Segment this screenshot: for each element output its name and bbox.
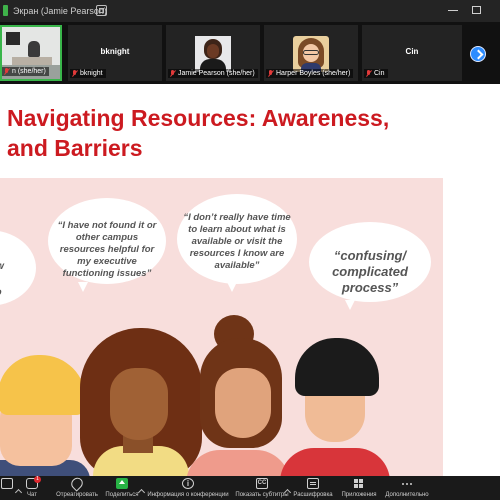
window-titlebar: Экран (Jamie Pearson) — [0, 0, 500, 22]
slide-title-line1: Navigating Resources: Awareness, — [7, 105, 390, 131]
speech-bubble-confusing: “confusing/ complicated process” — [309, 222, 431, 310]
quote-confusing: “confusing/ complicated process” — [332, 248, 408, 295]
slide-title-line2: and Barriers — [7, 135, 143, 161]
participant-name: Harper Boyles (she/her) — [276, 70, 351, 77]
quote-left-partial: ow at so — [0, 260, 30, 299]
muted-mic-icon — [4, 68, 9, 75]
participant-name: Jamie Pearson (she/her) — [178, 70, 255, 77]
toolbar-extra-button[interactable] — [0, 476, 14, 500]
chat-badge: 1 — [34, 476, 41, 483]
participant-name-label: bknight — [70, 69, 106, 78]
speech-bubble-resources: “I have not found it or other campus res… — [48, 198, 166, 292]
share-button[interactable]: Поделиться — [104, 476, 140, 500]
participants-icon — [1, 478, 13, 489]
transcript-icon — [307, 478, 319, 489]
participant-name: Cin — [374, 70, 385, 77]
person-hair — [295, 338, 379, 396]
chat-label: Чат — [27, 492, 37, 498]
share-screen-icon — [116, 478, 128, 489]
person-hair — [0, 355, 86, 415]
participant-name: n (she/her) — [12, 68, 46, 75]
more-button[interactable]: Дополнительно — [382, 476, 432, 500]
person-face — [215, 368, 271, 438]
view-options-icon[interactable] — [96, 5, 107, 16]
captions-button[interactable]: CC Показать субтитры — [231, 476, 293, 500]
speech-bubble-time: “I don’t really have time to learn about… — [177, 194, 297, 292]
person-shirt — [280, 448, 390, 476]
quote-fragment: ow — [0, 260, 30, 273]
meeting-info-label: Информация о конференции — [147, 492, 229, 498]
apps-grid-icon — [353, 478, 365, 489]
minimize-button[interactable] — [446, 3, 460, 17]
shared-screen: Navigating Resources: Awareness, and Bar… — [0, 84, 500, 476]
video-screen — [6, 32, 20, 45]
meeting-toolbar: 1 Чат Отреагировать Поделиться i Информа… — [0, 475, 500, 500]
muted-mic-icon — [366, 70, 371, 77]
chat-button[interactable]: 1 Чат — [20, 476, 44, 500]
screen-share-indicator-icon — [3, 5, 8, 16]
avatar-glasses — [303, 50, 319, 55]
person-face — [110, 368, 168, 440]
participant-name-label: Cin — [364, 69, 388, 78]
quote-fragment: so — [0, 286, 30, 299]
participant-name: bknight — [80, 70, 103, 77]
avatar — [195, 36, 231, 72]
more-dots-icon — [401, 478, 413, 489]
maximize-button[interactable] — [470, 3, 484, 17]
participant-name-label: n (she/her) — [2, 67, 49, 76]
participant-center-name: bknight — [100, 47, 130, 56]
participant-name-label: Jamie Pearson (she/her) — [168, 69, 258, 78]
speech-bubble-left: ow at so — [0, 230, 36, 306]
slide-illustration: ow at so “I have not found it or other c… — [0, 178, 443, 476]
window-title: Экран (Jamie Pearson) — [13, 6, 107, 16]
next-participants-button[interactable] — [470, 46, 486, 62]
apps-label: Приложения — [341, 492, 377, 498]
video-person — [28, 41, 40, 57]
transcript-label: Расшифровка — [293, 492, 333, 498]
quote-resources: “I have not found it or other campus res… — [57, 220, 157, 279]
meeting-info-button[interactable]: i Информация о конференции — [147, 476, 229, 500]
participant-tile-video[interactable]: n (she/her) — [0, 25, 62, 81]
person-shirt — [186, 450, 290, 476]
share-label: Поделиться — [105, 492, 139, 498]
muted-mic-icon — [268, 70, 273, 77]
participant-tile-cin[interactable]: Cin Cin — [362, 25, 462, 81]
avatar-face — [207, 44, 219, 58]
heart-icon — [68, 475, 86, 492]
closed-captions-icon: CC — [256, 478, 268, 489]
participant-strip: n (she/her) bknight bknight Jamie Pearso… — [0, 22, 500, 84]
react-button[interactable]: Отреагировать — [50, 475, 104, 500]
more-label: Дополнительно — [385, 492, 429, 498]
info-icon: i — [182, 478, 194, 489]
participant-tile-bknight[interactable]: bknight bknight — [68, 25, 162, 81]
react-label: Отреагировать — [56, 492, 98, 498]
participant-tile-harper[interactable]: Harper Boyles (she/her) — [264, 25, 358, 81]
participant-name-label: Harper Boyles (she/her) — [266, 69, 354, 78]
muted-mic-icon — [170, 70, 175, 77]
participant-center-name: Cin — [405, 47, 419, 56]
participant-tile-jamie[interactable]: Jamie Pearson (she/her) — [166, 25, 260, 81]
slide-title: Navigating Resources: Awareness, and Bar… — [7, 103, 497, 163]
quote-fragment: at — [0, 273, 30, 286]
transcript-button[interactable]: Расшифровка — [290, 476, 336, 500]
apps-button[interactable]: Приложения — [338, 476, 380, 500]
slide-margin — [443, 178, 500, 476]
avatar — [293, 36, 329, 72]
chat-icon: 1 — [26, 476, 41, 489]
quote-time: “I don’t really have time to learn about… — [183, 212, 291, 271]
muted-mic-icon — [72, 70, 77, 77]
